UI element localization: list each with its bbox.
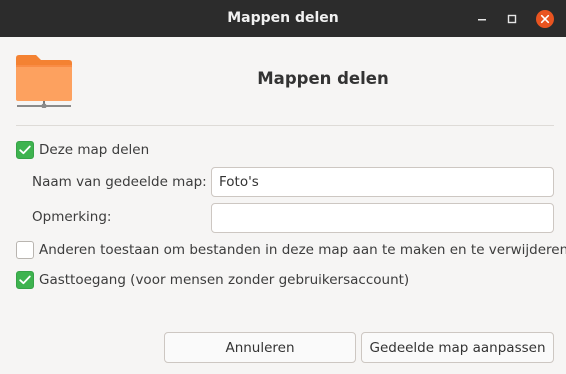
- maximize-button[interactable]: [502, 9, 522, 29]
- guest-access-label[interactable]: Gasttoegang (voor mensen zonder gebruike…: [39, 272, 409, 288]
- share-folder-checkbox[interactable]: [16, 141, 34, 159]
- share-name-label: Naam van gedeelde map:: [32, 174, 207, 190]
- header-separator: [16, 125, 554, 126]
- guest-access-checkbox-row[interactable]: Gasttoegang (voor mensen zonder gebruike…: [16, 270, 409, 290]
- share-name-input[interactable]: [211, 167, 554, 197]
- cancel-button[interactable]: Annuleren: [164, 332, 356, 363]
- comment-label: Opmerking:: [32, 209, 112, 225]
- share-folder-label[interactable]: Deze map delen: [39, 142, 149, 158]
- allow-others-checkbox[interactable]: [16, 241, 34, 259]
- close-button[interactable]: [535, 9, 555, 29]
- check-icon: [19, 145, 31, 155]
- share-folder-dialog: Mappen delen Mappen delen Deze map delen…: [0, 0, 566, 374]
- check-icon: [19, 275, 31, 285]
- close-icon: [536, 10, 554, 28]
- guest-access-checkbox[interactable]: [16, 271, 34, 289]
- minimize-icon: [478, 19, 486, 21]
- title-bar[interactable]: Mappen delen: [0, 0, 566, 37]
- dialog-heading: Mappen delen: [257, 69, 389, 88]
- comment-input[interactable]: [211, 203, 554, 233]
- folder-remote-icon: [15, 52, 73, 109]
- allow-others-checkbox-row[interactable]: Anderen toestaan om bestanden in deze ma…: [16, 240, 566, 260]
- minimize-button[interactable]: [472, 9, 492, 29]
- allow-others-label[interactable]: Anderen toestaan om bestanden in deze ma…: [39, 242, 566, 258]
- apply-share-button[interactable]: Gedeelde map aanpassen: [361, 332, 554, 363]
- share-folder-checkbox-row[interactable]: Deze map delen: [16, 140, 149, 160]
- maximize-icon: [507, 14, 517, 24]
